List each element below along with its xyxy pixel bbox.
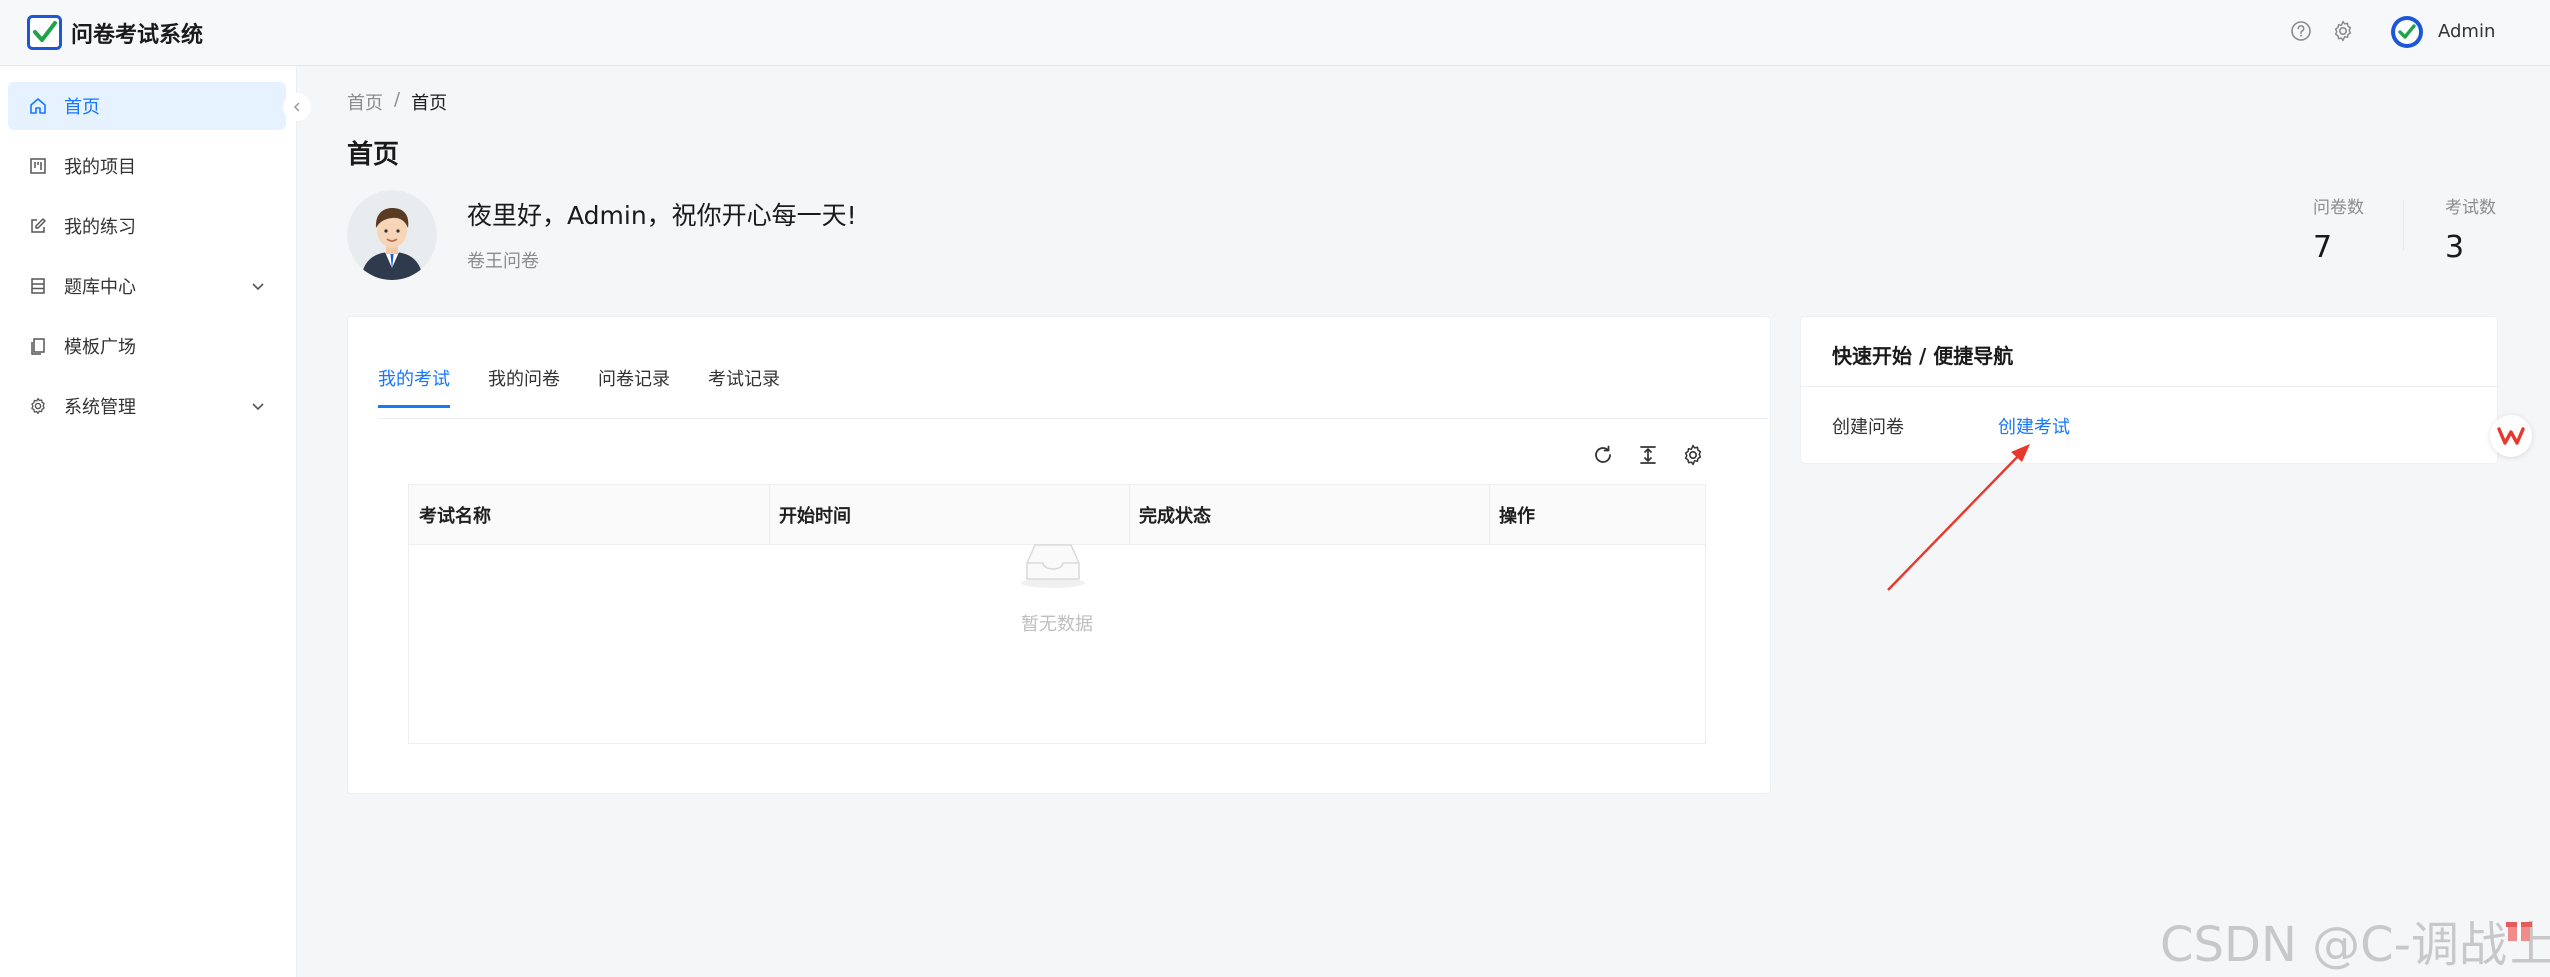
- sidebar-item-home[interactable]: 首页: [8, 82, 286, 130]
- refresh-icon[interactable]: [1591, 443, 1615, 467]
- help-icon[interactable]: [2290, 20, 2312, 42]
- annotation-arrow-icon: [1887, 444, 2030, 591]
- watermark-text: CSDN @C-调战士: [2160, 917, 2550, 973]
- chevron-down-icon: [252, 403, 264, 411]
- user-avatar[interactable]: [2390, 15, 2424, 49]
- top-header: 问卷考试系统 Admin: [0, 0, 2550, 66]
- welcome-greeting: 夜里好，Admin，祝你开心每一天!: [467, 201, 857, 230]
- sidebar-item-label: 题库中心: [64, 277, 136, 298]
- sidebar-item-practice[interactable]: 我的练习: [8, 202, 286, 250]
- edit-icon: [31, 218, 46, 233]
- stat-value: 7: [2313, 230, 2333, 265]
- app-logo-icon[interactable]: [27, 15, 62, 50]
- sidebar-item-label: 系统管理: [64, 397, 136, 418]
- sidebar-item-question-bank[interactable]: 题库中心: [8, 262, 286, 310]
- welcome-avatar: [347, 190, 437, 280]
- wps-logo-icon: [2497, 427, 2525, 445]
- project-icon: [30, 158, 46, 174]
- sidebar-item-label: 我的练习: [64, 217, 136, 238]
- sidebar-item-label: 首页: [64, 97, 100, 118]
- table-header: 考试名称 开始时间 完成状态 操作: [409, 485, 1705, 545]
- chevron-left-icon: [293, 102, 300, 112]
- copy-icon: [31, 338, 45, 355]
- gear-icon: [31, 397, 45, 415]
- sidebar: 首页 我的项目 我的练习 题库中心 模板广场 系统管理: [0, 66, 297, 977]
- welcome-subtitle: 卷王问卷: [467, 251, 539, 272]
- chevron-down-icon: [252, 283, 264, 291]
- stat-survey-count: 问卷数 7: [2313, 193, 2364, 265]
- list-icon: [31, 278, 45, 294]
- stat-divider: [2403, 200, 2404, 250]
- sidebar-item-label: 模板广场: [64, 337, 136, 358]
- column-header-exam-name[interactable]: 考试名称: [409, 485, 769, 545]
- breadcrumb-separator: /: [394, 89, 401, 110]
- stat-value: 3: [2445, 230, 2465, 265]
- wps-float-button[interactable]: [2490, 415, 2532, 457]
- gift-icon[interactable]: [2504, 914, 2534, 944]
- sidebar-item-system[interactable]: 系统管理: [8, 382, 286, 430]
- tab-exam-records[interactable]: 考试记录: [708, 365, 780, 407]
- settings-icon[interactable]: [2331, 19, 2355, 43]
- column-header-start-time[interactable]: 开始时间: [769, 485, 1129, 545]
- create-survey-link[interactable]: 创建问卷: [1832, 413, 1904, 439]
- breadcrumb-current: 首页: [411, 93, 448, 114]
- exam-card: 我的考试 我的问卷 问卷记录 考试记录 考试名称 开始时间 完成状态 操作 暂无…: [347, 316, 1771, 794]
- quick-nav-title: 快速开始 / 便捷导航: [1832, 344, 2014, 368]
- exam-table: 考试名称 开始时间 完成状态 操作 暂无数据: [408, 484, 1706, 744]
- page-title: 首页: [347, 140, 400, 170]
- empty-box-icon: [1021, 544, 1085, 588]
- sidebar-collapse-button[interactable]: [283, 93, 311, 121]
- tab-my-exams[interactable]: 我的考试: [378, 365, 450, 408]
- home-icon: [30, 98, 46, 114]
- breadcrumb: 首页 / 首页: [347, 89, 447, 115]
- quick-nav-divider: [1801, 386, 2497, 387]
- tab-my-surveys[interactable]: 我的问卷: [488, 365, 560, 407]
- sidebar-item-label: 我的项目: [64, 157, 136, 178]
- sidebar-item-templates[interactable]: 模板广场: [8, 322, 286, 370]
- tab-bar: 我的考试 我的问卷 问卷记录 考试记录: [378, 365, 1768, 419]
- sidebar-item-projects[interactable]: 我的项目: [8, 142, 286, 190]
- empty-text: 暂无数据: [1021, 614, 1093, 635]
- stat-label: 问卷数: [2313, 198, 2364, 218]
- column-height-icon[interactable]: [1636, 443, 1660, 467]
- create-exam-link[interactable]: 创建考试: [1998, 413, 2070, 439]
- app-title: 问卷考试系统: [71, 23, 204, 48]
- stat-exam-count: 考试数 3: [2445, 193, 2496, 265]
- table-settings-icon[interactable]: [1681, 443, 1705, 467]
- breadcrumb-root[interactable]: 首页: [347, 89, 383, 115]
- user-name[interactable]: Admin: [2438, 21, 2495, 42]
- column-header-status[interactable]: 完成状态: [1129, 485, 1489, 545]
- tab-survey-records[interactable]: 问卷记录: [598, 365, 670, 407]
- column-header-actions[interactable]: 操作: [1489, 485, 1705, 545]
- stat-label: 考试数: [2445, 198, 2496, 218]
